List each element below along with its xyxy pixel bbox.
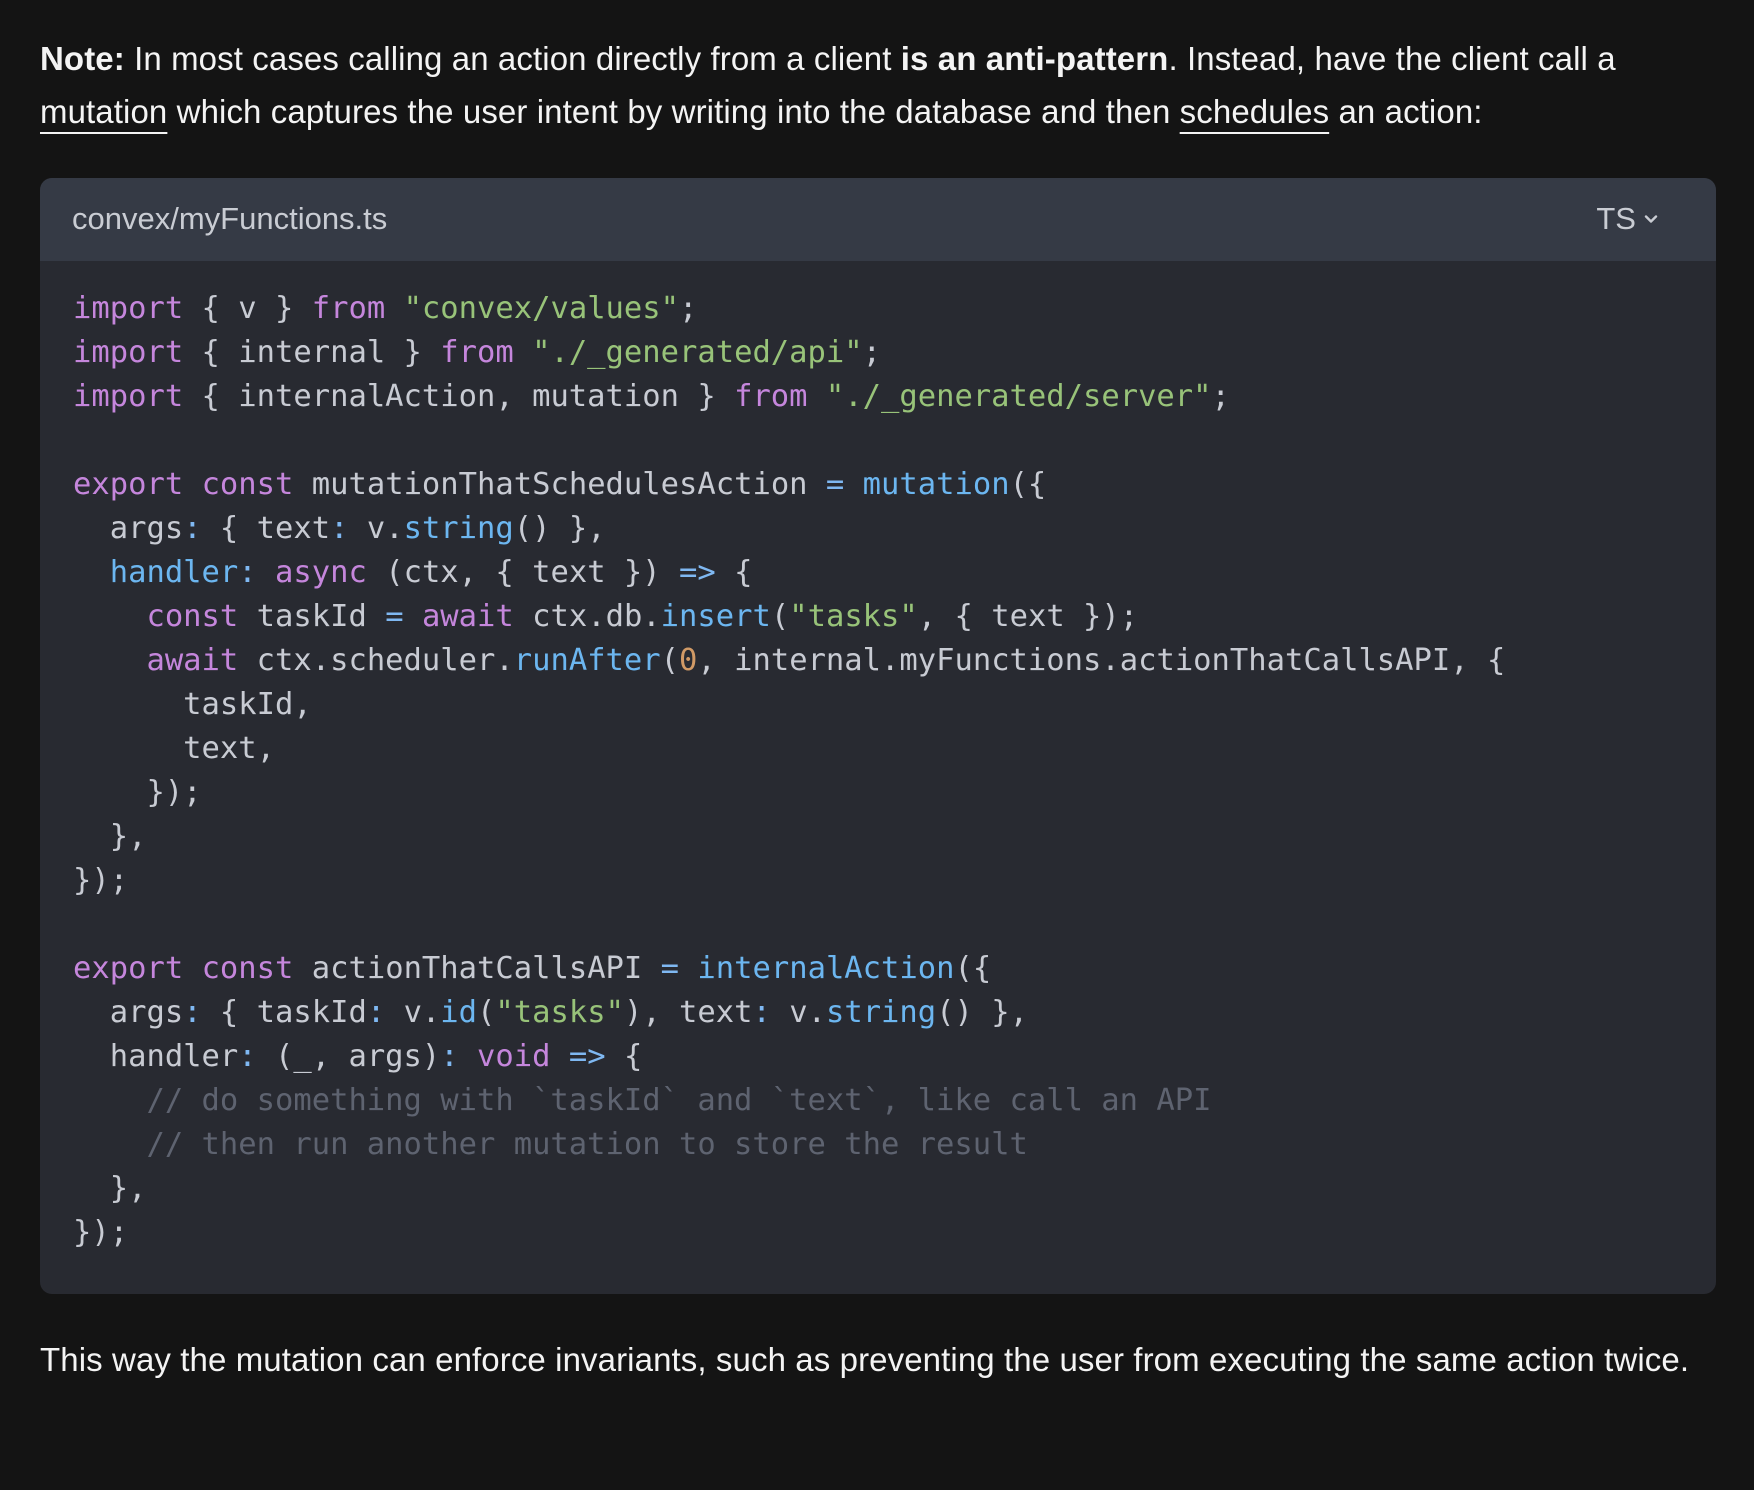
anti-pattern-emphasis: is an anti-pattern [900,40,1169,77]
code-line: args: { text: v.string() }, [73,511,606,546]
chevron-down-icon [1644,215,1658,223]
code-line: text, [73,731,275,766]
schedules-link[interactable]: schedules [1180,93,1330,130]
code-line: }); [73,1215,129,1250]
code-line: }, [73,1171,147,1206]
code-block: convex/myFunctions.ts TS import { v } fr… [40,178,1716,1294]
code-line: export const actionThatCallsAPI = intern… [73,951,992,986]
code-line: import { internalAction, mutation } from… [73,379,1230,414]
code-line: }); [73,775,202,810]
follow-up-paragraph: This way the mutation can enforce invari… [40,1341,1690,1378]
language-label: TS [1596,201,1636,236]
code-line: // then run another mutation to store th… [73,1127,1028,1162]
code-line: import { v } from "convex/values"; [73,291,698,326]
note-paragraph: Note: In most cases calling an action di… [40,32,1716,138]
code-line: await ctx.scheduler.runAfter(0, internal… [146,643,1506,678]
code-line: import { internal } from "./_generated/a… [73,335,881,370]
code-line: // do something with `taskId` and `text`… [73,1083,1212,1118]
code-line: export const mutationThatSchedulesAction… [73,467,1047,502]
code-line: }, [73,819,147,854]
code-filename: convex/myFunctions.ts [72,201,388,236]
language-selector[interactable]: TS [1596,199,1660,239]
code-line: taskId, [73,687,312,722]
mutation-link[interactable]: mutation [40,93,167,130]
code-line: handler: (_, args): void => { [73,1039,643,1074]
note-text-3: which captures the user intent by writin… [167,93,1180,130]
note-label: Note: [40,40,125,77]
note-text-2: . Instead, have the client call a [1168,40,1616,77]
code-line: }); [73,863,129,898]
code-header: convex/myFunctions.ts TS [40,178,1716,261]
code-line: handler: async (ctx, { text }) => { [109,555,753,590]
note-text-4: an action: [1329,93,1483,130]
code-content: import { v } from "convex/values"; import… [73,287,1505,1255]
code-line: args: { taskId: v.id("tasks"), text: v.s… [73,995,1028,1030]
code-line: const taskId = await ctx.db.insert("task… [146,599,1139,634]
note-text-1: In most cases calling an action directly… [124,40,901,77]
